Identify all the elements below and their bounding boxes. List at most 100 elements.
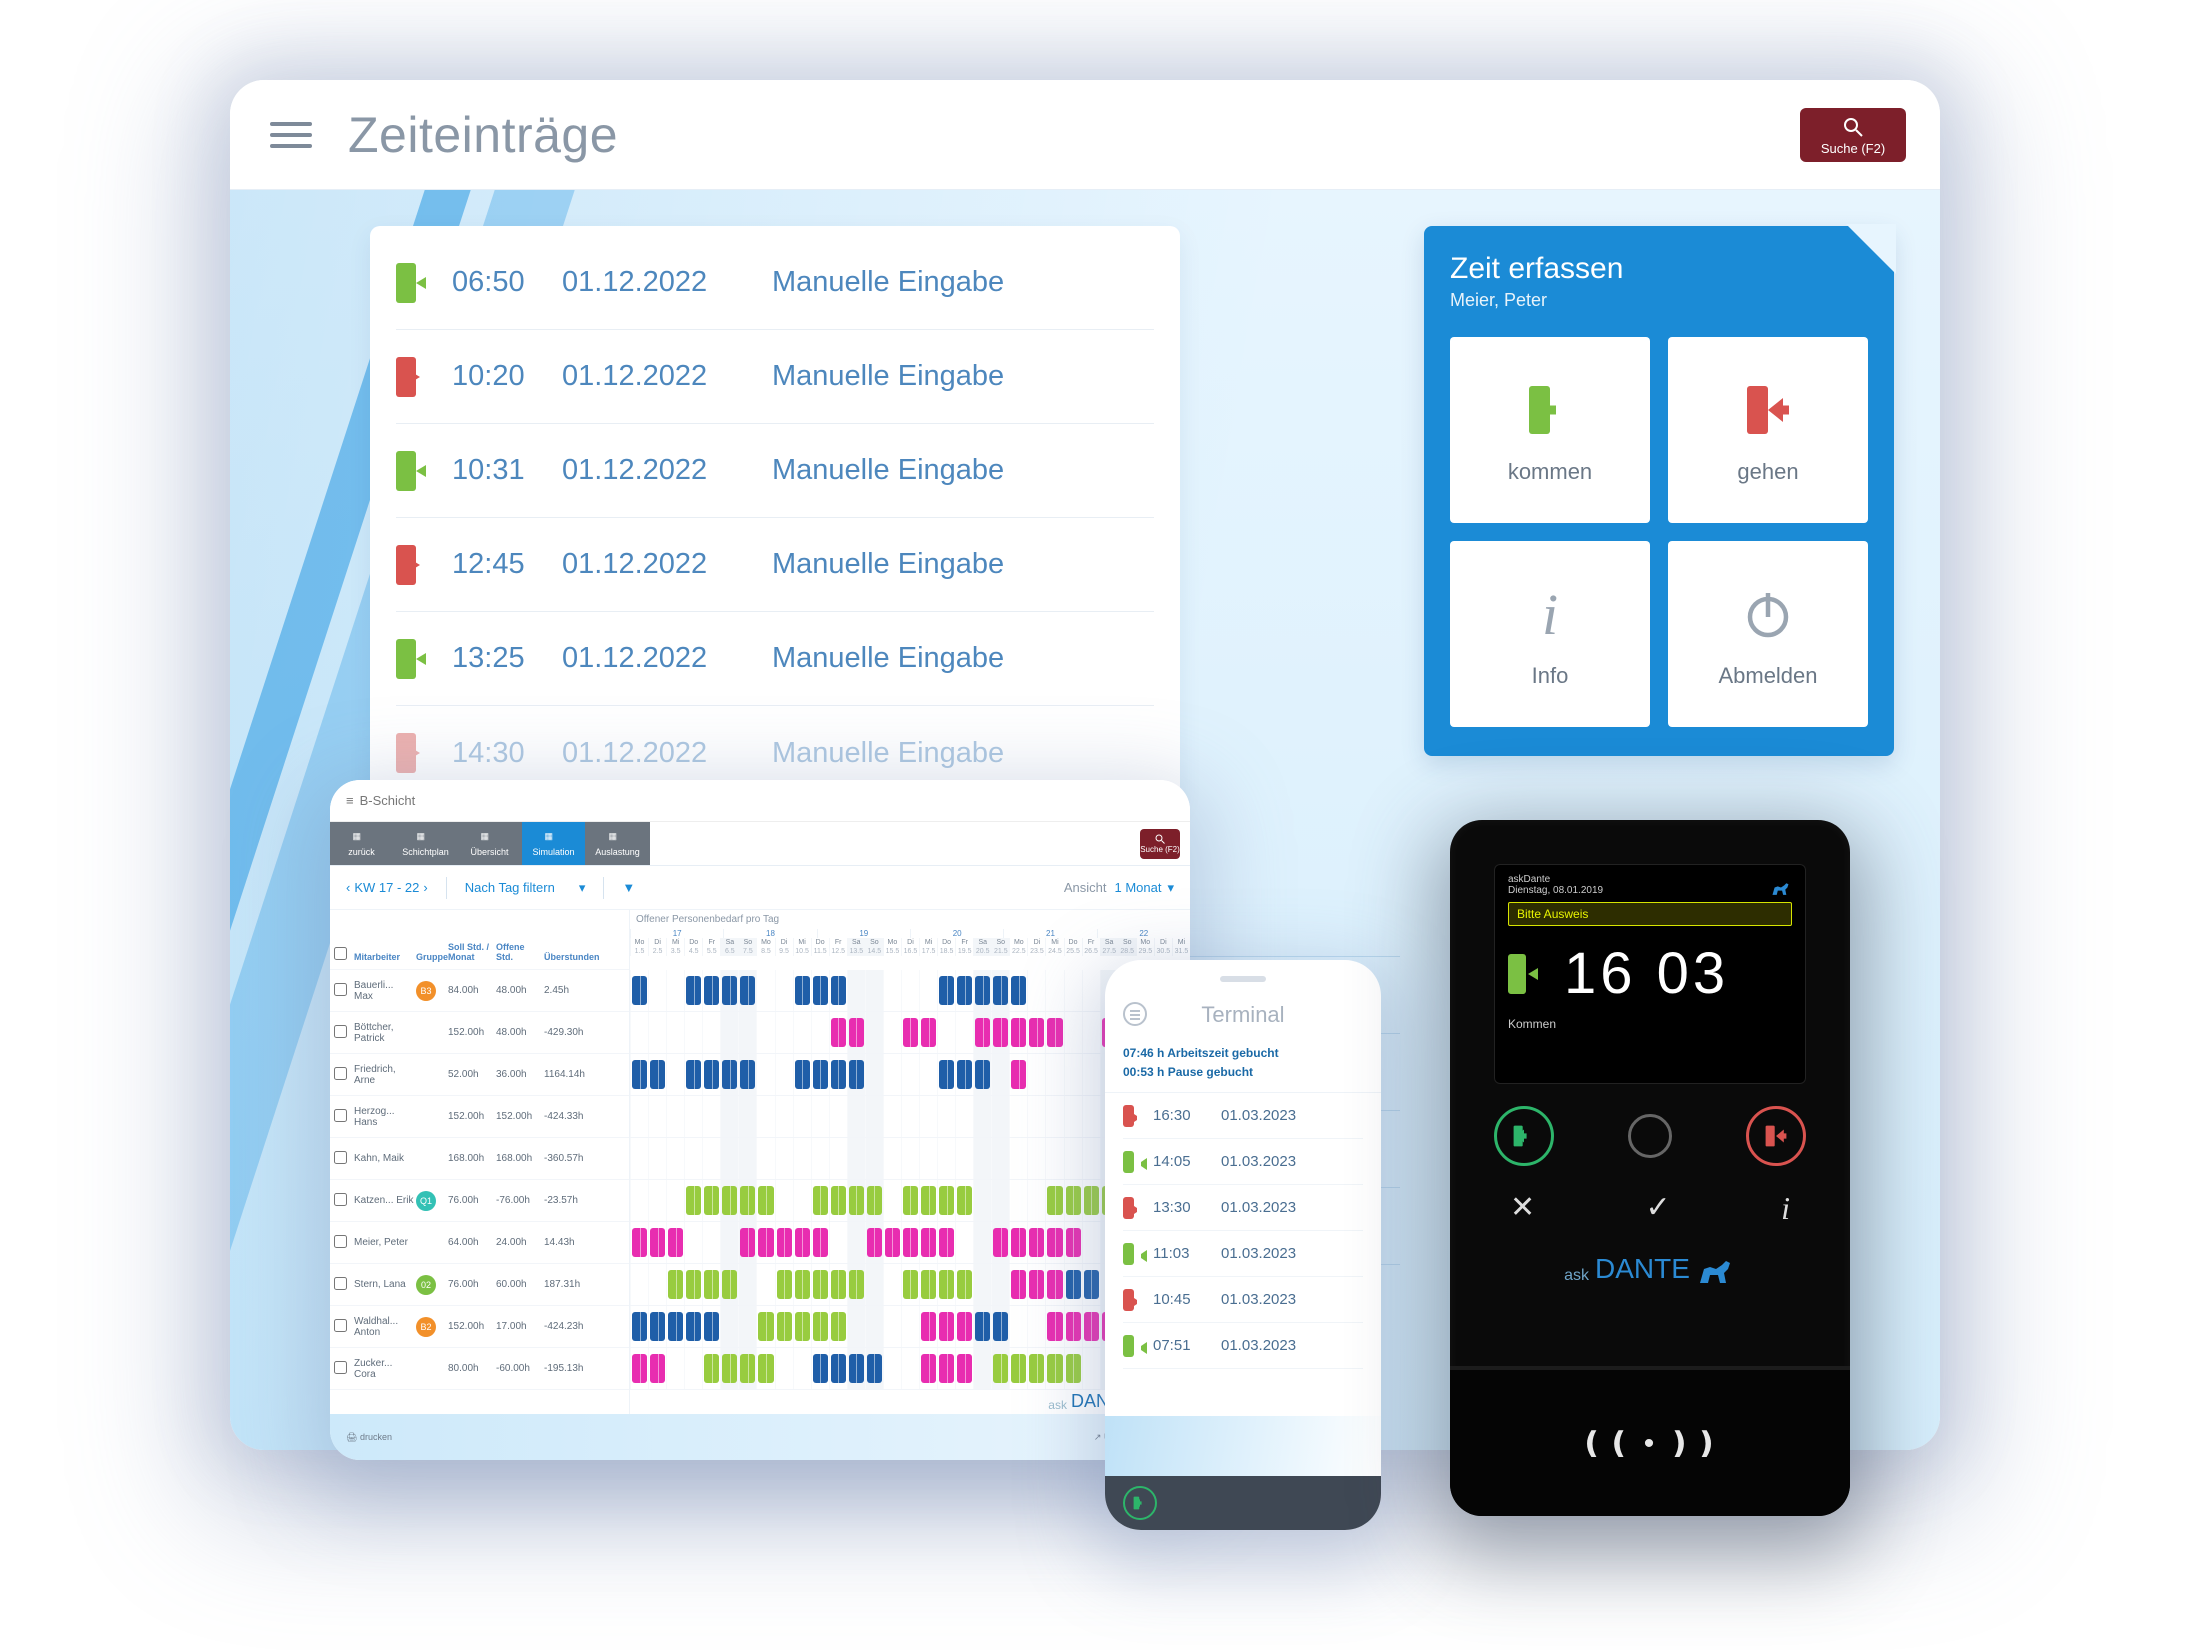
shift-block[interactable] xyxy=(1029,1354,1044,1383)
gantt-cell[interactable] xyxy=(738,1096,756,1137)
gantt-cell[interactable] xyxy=(738,1348,756,1389)
gantt-cell[interactable] xyxy=(793,1180,811,1221)
shift-block[interactable] xyxy=(849,1270,864,1299)
gantt-cell[interactable] xyxy=(684,1180,702,1221)
gantt-cell[interactable] xyxy=(811,1306,829,1347)
row-checkbox[interactable] xyxy=(334,1319,347,1332)
gantt-cell[interactable] xyxy=(1064,1264,1082,1305)
gantt-cell[interactable] xyxy=(1027,1012,1045,1053)
phone-entry-list[interactable]: 16:3001.03.202314:0501.03.202313:3001.03… xyxy=(1105,1093,1381,1369)
come-button[interactable] xyxy=(1494,1106,1554,1166)
phone-entry-row[interactable]: 07:5101.03.2023 xyxy=(1123,1323,1363,1369)
gantt-cell[interactable] xyxy=(883,970,901,1011)
go-button[interactable] xyxy=(1746,1106,1806,1166)
gantt-cell[interactable] xyxy=(720,1306,738,1347)
gantt-cell[interactable] xyxy=(991,1306,1009,1347)
gantt-cell[interactable] xyxy=(1064,1306,1082,1347)
gantt-cell[interactable] xyxy=(775,1054,793,1095)
gantt-cell[interactable] xyxy=(865,1054,883,1095)
shift-block[interactable] xyxy=(632,1354,647,1383)
shift-block[interactable] xyxy=(831,1186,846,1215)
gantt-cell[interactable] xyxy=(955,1348,973,1389)
gantt-cell[interactable] xyxy=(937,1054,955,1095)
gantt-cell[interactable] xyxy=(901,1306,919,1347)
shift-block[interactable] xyxy=(650,1060,665,1089)
shift-block[interactable] xyxy=(758,1312,773,1341)
shift-block[interactable] xyxy=(1066,1228,1081,1257)
phone-entry-row[interactable]: 10:4501.03.2023 xyxy=(1123,1277,1363,1323)
chevron-down-icon[interactable]: ▾ xyxy=(1167,880,1174,896)
gantt-cell[interactable] xyxy=(901,1012,919,1053)
gantt-cell[interactable] xyxy=(648,1012,666,1053)
day-filter-link[interactable]: Nach Tag filtern xyxy=(465,880,555,895)
entry-row[interactable]: 12:4501.12.2022Manuelle Eingabe xyxy=(396,518,1154,612)
shift-block[interactable] xyxy=(740,1354,755,1383)
gantt-cell[interactable] xyxy=(829,1222,847,1263)
gantt-cell[interactable] xyxy=(1045,1264,1063,1305)
gantt-cell[interactable] xyxy=(702,1054,720,1095)
gantt-cell[interactable] xyxy=(811,1138,829,1179)
gantt-cell[interactable] xyxy=(865,1306,883,1347)
gantt-cell[interactable] xyxy=(1045,1222,1063,1263)
shift-block[interactable] xyxy=(795,1228,810,1257)
gantt-cell[interactable] xyxy=(829,970,847,1011)
entry-row[interactable]: 13:2501.12.2022Manuelle Eingabe xyxy=(396,612,1154,706)
shift-block[interactable] xyxy=(975,976,990,1005)
gantt-cell[interactable] xyxy=(847,1012,865,1053)
shift-block[interactable] xyxy=(993,1354,1008,1383)
gantt-cell[interactable] xyxy=(847,970,865,1011)
gantt-cell[interactable] xyxy=(648,1138,666,1179)
gantt-cell[interactable] xyxy=(973,970,991,1011)
table-row[interactable]: Zucker... Cora80.00h-60.00h-195.13h xyxy=(330,1348,629,1390)
confirm-button[interactable]: ✓ xyxy=(1646,1190,1671,1227)
gantt-cell[interactable] xyxy=(702,1222,720,1263)
tile-logout[interactable]: Abmelden xyxy=(1668,541,1868,727)
gantt-cell[interactable] xyxy=(829,1348,847,1389)
shift-block[interactable] xyxy=(903,1018,918,1047)
shift-block[interactable] xyxy=(668,1312,683,1341)
menu-button[interactable] xyxy=(270,122,312,148)
shift-block[interactable] xyxy=(1066,1186,1081,1215)
gantt-cell[interactable] xyxy=(1045,1138,1063,1179)
gantt-cell[interactable] xyxy=(1082,1180,1100,1221)
shift-block[interactable] xyxy=(758,1228,773,1257)
shift-block[interactable] xyxy=(704,1312,719,1341)
gantt-cell[interactable] xyxy=(865,970,883,1011)
gantt-cell[interactable] xyxy=(811,1054,829,1095)
gantt-cell[interactable] xyxy=(684,1012,702,1053)
gantt-cell[interactable] xyxy=(702,1096,720,1137)
gantt-cell[interactable] xyxy=(775,1096,793,1137)
shift-block[interactable] xyxy=(704,1270,719,1299)
gantt-cell[interactable] xyxy=(756,1348,774,1389)
gantt-cell[interactable] xyxy=(865,1012,883,1053)
gantt-cell[interactable] xyxy=(666,970,684,1011)
gantt-cell[interactable] xyxy=(702,1306,720,1347)
gantt-cell[interactable] xyxy=(829,1096,847,1137)
gantt-cell[interactable] xyxy=(1045,1012,1063,1053)
shift-block[interactable] xyxy=(921,1186,936,1215)
gantt-cell[interactable] xyxy=(883,1054,901,1095)
gantt-cell[interactable] xyxy=(756,1264,774,1305)
gantt-cell[interactable] xyxy=(847,1096,865,1137)
shift-block[interactable] xyxy=(813,1228,828,1257)
col-employee[interactable]: Mitarbeiter xyxy=(354,953,414,963)
gantt-cell[interactable] xyxy=(937,1348,955,1389)
shift-block[interactable] xyxy=(650,1228,665,1257)
gantt-cell[interactable] xyxy=(720,1222,738,1263)
shift-block[interactable] xyxy=(777,1270,792,1299)
gantt-cell[interactable] xyxy=(738,1012,756,1053)
shift-block[interactable] xyxy=(939,1060,954,1089)
gantt-cell[interactable] xyxy=(630,1264,648,1305)
shift-block[interactable] xyxy=(632,1312,647,1341)
gantt-cell[interactable] xyxy=(1064,1222,1082,1263)
gantt-cell[interactable] xyxy=(684,1138,702,1179)
shift-block[interactable] xyxy=(813,1354,828,1383)
shift-block[interactable] xyxy=(813,1312,828,1341)
gantt-cell[interactable] xyxy=(883,1306,901,1347)
toolbar-Schichtplan[interactable]: ▦Schichtplan xyxy=(394,822,458,865)
gantt-cell[interactable] xyxy=(901,1138,919,1179)
gantt-cell[interactable] xyxy=(684,1096,702,1137)
shift-block[interactable] xyxy=(939,1270,954,1299)
gantt-cell[interactable] xyxy=(883,1222,901,1263)
gantt-cell[interactable] xyxy=(1027,1222,1045,1263)
